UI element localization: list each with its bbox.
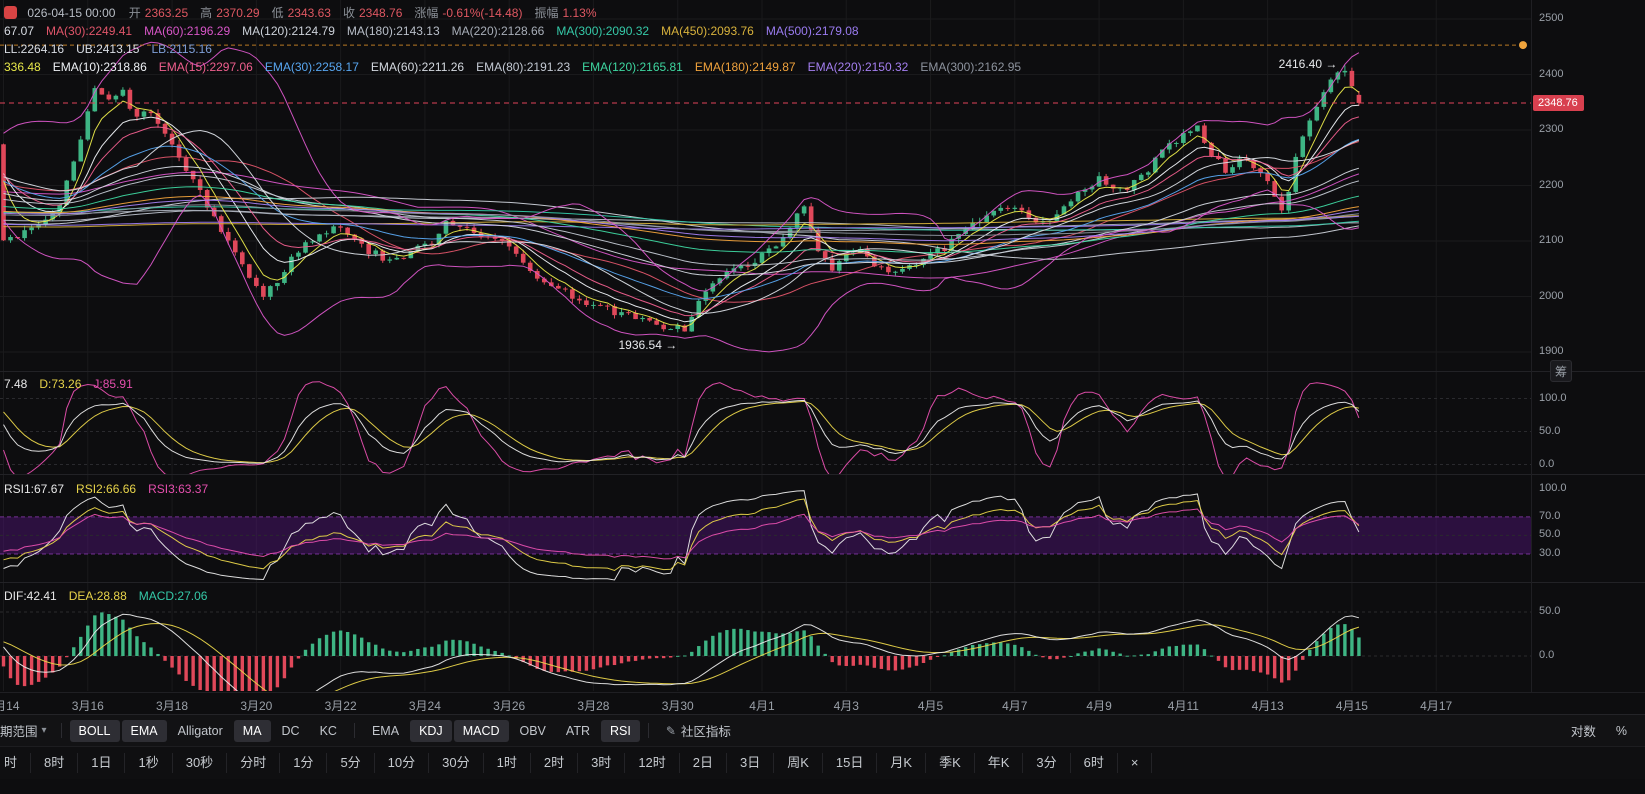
interval-button-6[interactable]: 1分 xyxy=(280,753,327,773)
interval-button-18[interactable]: 月K xyxy=(877,753,926,773)
edit-icon: ✎ xyxy=(666,724,676,738)
time-tick: 3月26 xyxy=(493,697,525,714)
price-tick: 2000 xyxy=(1539,290,1563,302)
period-range-control[interactable]: 期范围 ▾ xyxy=(0,718,53,743)
toolbar-divider xyxy=(648,723,649,738)
interval-toolbar: 时8时1日1秒30秒分时1分5分10分30分1时2时3时12时2日3日周K15日… xyxy=(0,746,1645,779)
interval-button-20[interactable]: 年K xyxy=(975,753,1024,773)
time-tick: 4月17 xyxy=(1420,697,1452,714)
log-scale-button[interactable]: 对数 xyxy=(1563,718,1604,743)
scale-controls: 对数% xyxy=(1563,718,1635,743)
macd-tick: 50.0 xyxy=(1539,605,1560,617)
interval-button-8[interactable]: 10分 xyxy=(375,753,429,773)
time-tick: 4月9 xyxy=(1086,697,1111,714)
kdj-tick: 50.0 xyxy=(1539,425,1560,437)
community-indicators-button[interactable]: ✎ 社区指标 xyxy=(657,717,740,744)
time-tick: 3月14 xyxy=(0,697,20,714)
indicator-button-macd-8[interactable]: MACD xyxy=(454,720,509,742)
interval-button-4[interactable]: 30秒 xyxy=(173,753,227,773)
time-tick: 4月1 xyxy=(749,697,774,714)
indicator-button-kdj-7[interactable]: KDJ xyxy=(410,720,452,742)
indicator-button-rsi-11[interactable]: RSI xyxy=(601,720,640,742)
interval-button-22[interactable]: 6时 xyxy=(1071,753,1118,773)
price-tick: 2100 xyxy=(1539,234,1563,246)
rsi-tick: 70.0 xyxy=(1539,510,1560,522)
interval-button-9[interactable]: 30分 xyxy=(429,753,483,773)
time-axis[interactable]: 3月14 3月16 3月18 3月20 3月22 3月24 3月26 3月28 3月30 4月1 4… xyxy=(0,692,1645,715)
time-tick: 4月7 xyxy=(1002,697,1027,714)
indicator-button-dc-4[interactable]: DC xyxy=(273,720,309,742)
edit-intervals-button[interactable]: × xyxy=(1118,753,1153,773)
time-tick: 4月3 xyxy=(834,697,859,714)
time-tick: 3月24 xyxy=(409,697,441,714)
price-tick: 2300 xyxy=(1539,123,1563,135)
time-tick: 3月16 xyxy=(72,697,104,714)
period-range-label: 期范围 xyxy=(0,721,38,740)
interval-button-16[interactable]: 周K xyxy=(774,753,823,773)
interval-button-21[interactable]: 3分 xyxy=(1023,753,1070,773)
time-tick: 3月20 xyxy=(240,697,272,714)
time-tick: 3月18 xyxy=(156,697,188,714)
interval-button-3[interactable]: 1秒 xyxy=(125,753,172,773)
toolbar-divider xyxy=(354,723,355,738)
indicator-button-ma-3[interactable]: MA xyxy=(234,720,271,742)
interval-button-14[interactable]: 2日 xyxy=(680,753,727,773)
interval-button-17[interactable]: 15日 xyxy=(823,753,877,773)
indicator-button-kc-5[interactable]: KC xyxy=(311,720,346,742)
indicator-button-atr-10[interactable]: ATR xyxy=(557,720,599,742)
price-tick: 1900 xyxy=(1539,345,1563,357)
time-tick: 3月22 xyxy=(325,697,357,714)
interval-button-19[interactable]: 季K xyxy=(926,753,975,773)
indicator-button-ema-6[interactable]: EMA xyxy=(363,720,408,742)
percent-scale-button[interactable]: % xyxy=(1608,721,1635,741)
price-tick: 2200 xyxy=(1539,179,1563,191)
rsi-tick: 100.0 xyxy=(1539,482,1567,494)
price-chart[interactable] xyxy=(0,0,1645,692)
time-tick: 3月30 xyxy=(662,697,694,714)
time-tick: 4月13 xyxy=(1252,697,1284,714)
rsi-tick: 30.0 xyxy=(1539,547,1560,559)
rsi-tick: 50.0 xyxy=(1539,528,1560,540)
chip-distribution-tab[interactable]: 筹 xyxy=(1550,360,1572,382)
indicator-button-boll-0[interactable]: BOLL xyxy=(70,720,120,742)
time-tick: 3月28 xyxy=(577,697,609,714)
price-tick: 2400 xyxy=(1539,68,1563,80)
interval-button-11[interactable]: 2时 xyxy=(531,753,578,773)
interval-button-12[interactable]: 3时 xyxy=(578,753,625,773)
macd-tick: 0.0 xyxy=(1539,649,1554,661)
price-axis[interactable]: 2500 2400 2300 2200 2100 2000 1900 100.0 50.0 0.0… xyxy=(1531,0,1645,692)
community-indicators-label: 社区指标 xyxy=(681,721,731,740)
interval-button-15[interactable]: 3日 xyxy=(727,753,774,773)
interval-button-0[interactable]: 时 xyxy=(0,753,31,773)
indicator-button-alligator-2[interactable]: Alligator xyxy=(169,720,232,742)
price-tick: 2500 xyxy=(1539,12,1563,24)
kdj-tick: 100.0 xyxy=(1539,392,1567,404)
indicator-button-obv-9[interactable]: OBV xyxy=(511,720,555,742)
interval-button-2[interactable]: 1日 xyxy=(78,753,125,773)
indicator-button-ema-1[interactable]: EMA xyxy=(122,720,167,742)
time-tick: 4月5 xyxy=(918,697,943,714)
chart-canvas[interactable]: 026-04-15 00:00 开2363.25高2370.29低2343.63… xyxy=(0,0,1645,714)
current-price-badge: 2348.76 xyxy=(1533,95,1584,111)
toolbar-divider xyxy=(61,723,62,738)
time-tick: 4月11 xyxy=(1168,697,1199,714)
kdj-tick: 0.0 xyxy=(1539,458,1554,470)
interval-button-1[interactable]: 8时 xyxy=(31,753,78,773)
interval-button-13[interactable]: 12时 xyxy=(625,753,679,773)
interval-button-10[interactable]: 1时 xyxy=(484,753,531,773)
interval-button-7[interactable]: 5分 xyxy=(327,753,374,773)
chevron-down-icon: ▾ xyxy=(42,725,47,736)
time-tick: 4月15 xyxy=(1336,697,1368,714)
interval-button-5[interactable]: 分时 xyxy=(227,753,280,773)
indicator-toolbar: 期范围▾BOLLEMAAlligatorMADCKCEMAKDJMACDOBVA… xyxy=(0,714,1645,746)
